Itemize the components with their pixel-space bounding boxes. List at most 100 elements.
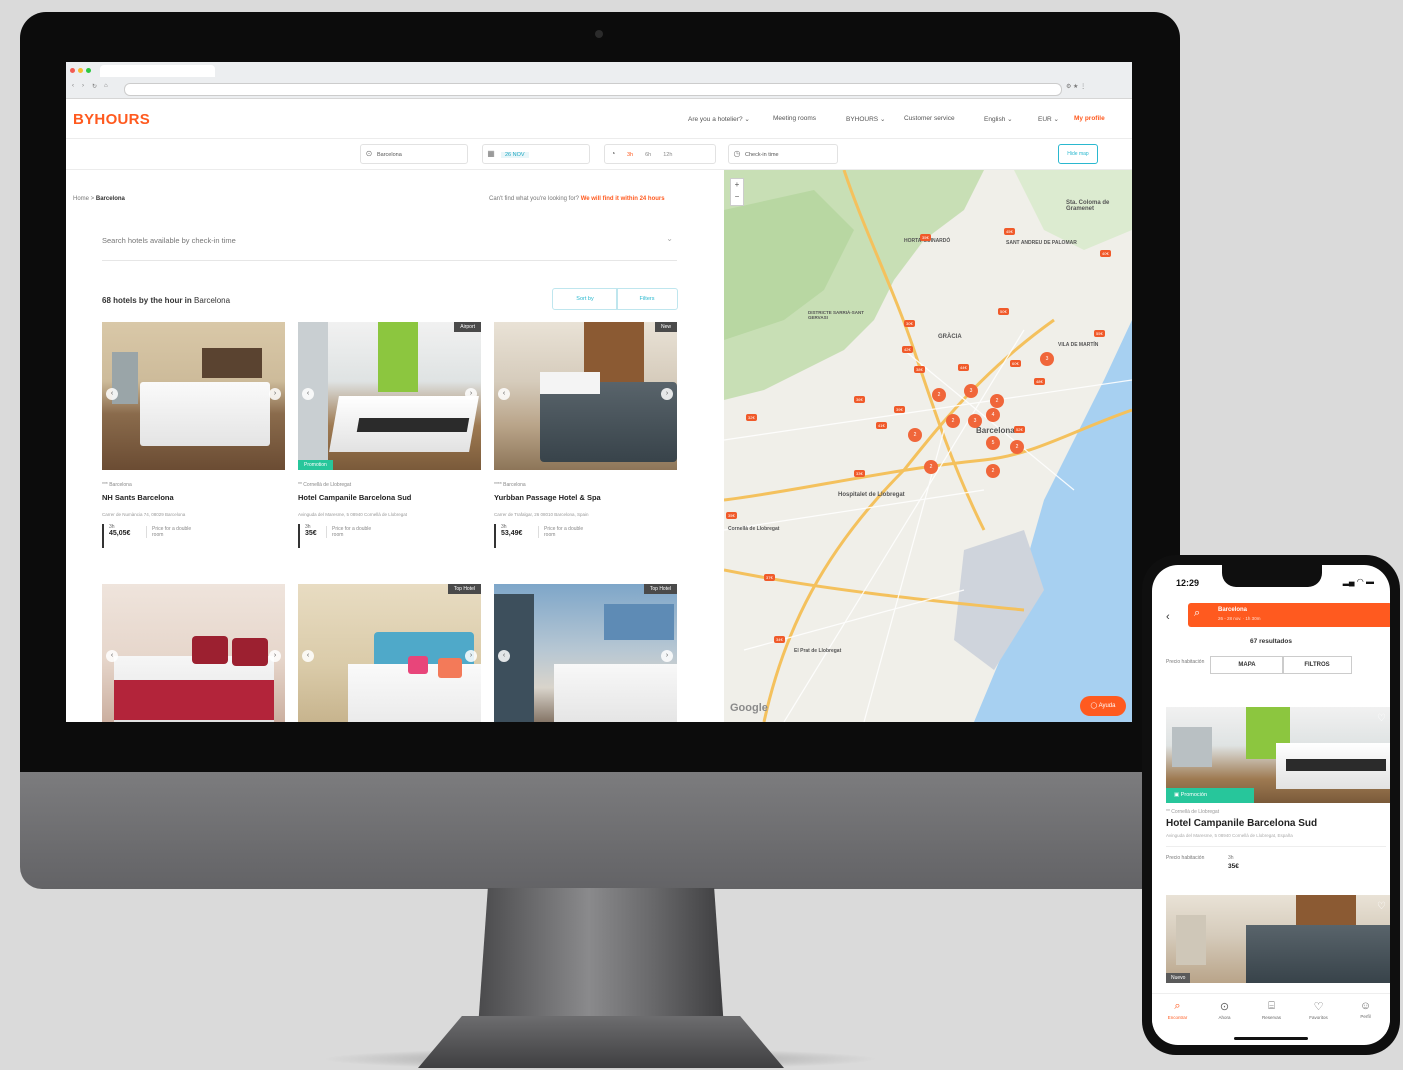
hotel-photo[interactable]: ‹ › (102, 584, 285, 722)
hotel-cluster-marker[interactable]: 3 (1040, 352, 1054, 366)
address-bar[interactable] (124, 83, 1062, 96)
hotel-price-marker[interactable]: 35€ (920, 234, 931, 241)
prev-photo-icon[interactable]: ‹ (106, 650, 118, 662)
hotelier-link[interactable]: Are you a hotelier? ⌄ (688, 115, 750, 123)
breadcrumb-home[interactable]: Home > (73, 196, 94, 202)
hotel-price-marker[interactable]: 35€ (726, 512, 737, 519)
forward-icon[interactable]: › (82, 83, 84, 89)
hotel-cluster-marker[interactable]: 4 (986, 408, 1000, 422)
hotel-cluster-marker[interactable]: 2 (946, 414, 960, 428)
hotel-photo[interactable]: Top Hotel ‹ › (494, 584, 677, 722)
hotel-price-marker[interactable]: 37€ (764, 574, 775, 581)
home-icon[interactable]: ⌂ (104, 83, 108, 89)
tab-perfil[interactable]: ☺ Perfil (1342, 1000, 1389, 1019)
next-photo-icon[interactable]: › (465, 650, 477, 662)
prev-photo-icon[interactable]: ‹ (302, 388, 314, 400)
hotel-cluster-marker[interactable]: 2 (986, 464, 1000, 478)
hotel-price-marker[interactable]: 34€ (774, 636, 785, 643)
hotel-photo[interactable]: ♡ ▣ Promoción (1166, 707, 1390, 803)
hotel-card[interactable]: Airport Promotion ‹ › ** Cornellà de Llo… (298, 322, 481, 562)
prev-photo-icon[interactable]: ‹ (106, 388, 118, 400)
reload-icon[interactable]: ↻ (92, 83, 97, 90)
browser-tab[interactable] (100, 65, 215, 77)
hotel-photo[interactable]: Top Hotel ‹ › (298, 584, 481, 722)
hotel-cluster-marker[interactable]: 3 (968, 414, 982, 428)
hotel-price-marker[interactable]: 32€ (746, 414, 757, 421)
hotel-price-marker[interactable]: 60€ (1010, 360, 1021, 367)
customer-service-link[interactable]: Customer service (904, 115, 955, 122)
hotel-cluster-marker[interactable]: 2 (908, 428, 922, 442)
hotel-photo[interactable]: ‹ › (102, 322, 285, 470)
hotel-price-marker[interactable]: 38€ (914, 366, 925, 373)
hours-3h[interactable]: 3h (621, 146, 639, 164)
hotel-cluster-marker[interactable]: 2 (990, 394, 1004, 408)
close-window-icon[interactable] (70, 68, 75, 73)
heart-icon[interactable]: ♡ (1377, 901, 1386, 912)
map-button[interactable]: MAPA (1210, 656, 1284, 674)
hotel-card[interactable]: ‹ › *** Barcelona NH Sants Barcelona Car… (102, 322, 285, 562)
hotel-price-marker[interactable]: 48€ (1034, 378, 1045, 385)
hotel-price-marker[interactable]: 52€ (1014, 426, 1025, 433)
next-photo-icon[interactable]: › (465, 388, 477, 400)
hotel-price-marker[interactable]: 44€ (958, 364, 969, 371)
hotels-map[interactable]: + − Sta. Coloma de Gramenet SANT ANDREU D… (724, 170, 1132, 722)
tab-favoritos[interactable]: ♡ Favoritos (1295, 1000, 1342, 1020)
maximize-window-icon[interactable] (86, 68, 91, 73)
filters-button[interactable]: FILTROS (1282, 656, 1352, 674)
prev-photo-icon[interactable]: ‹ (498, 650, 510, 662)
hotel-price-marker[interactable]: 30€ (904, 320, 915, 327)
hotel-photo[interactable]: ♡ Nuevo (1166, 895, 1390, 983)
checkin-time-search[interactable]: Search hotels available by check-in time… (102, 220, 677, 261)
hide-map-button[interactable]: Hide map (1058, 144, 1098, 164)
hotel-price-marker[interactable]: 50€ (998, 308, 1009, 315)
extensions-icon[interactable]: ⚙ ★ ⋮ (1066, 83, 1086, 90)
sort-button[interactable]: Sort by (552, 288, 618, 310)
hotel-name[interactable]: Hotel Campanile Barcelona Sud (1166, 818, 1317, 829)
language-select[interactable]: English ⌄ (984, 115, 1013, 123)
minimize-window-icon[interactable] (78, 68, 83, 73)
hotel-price-marker[interactable]: 40€ (1100, 250, 1111, 257)
next-photo-icon[interactable]: › (661, 388, 673, 400)
hotel-name[interactable]: Yurbban Passage Hotel & Spa (494, 493, 601, 502)
byhours-menu[interactable]: BYHOURS ⌄ (846, 115, 885, 123)
hotel-name[interactable]: NH Sants Barcelona (102, 493, 174, 502)
next-photo-icon[interactable]: › (661, 650, 673, 662)
hotel-price-marker[interactable]: 36€ (854, 396, 865, 403)
heart-icon[interactable]: ♡ (1377, 713, 1386, 724)
next-photo-icon[interactable]: › (269, 650, 281, 662)
help-button[interactable]: ◯ Ayuda (1080, 696, 1126, 716)
hotel-card[interactable]: New ‹ › **** Barcelona Yurbban Passage H… (494, 322, 677, 562)
filters-button[interactable]: Filters (616, 288, 678, 310)
map-zoom-control[interactable]: + − (730, 178, 744, 206)
back-arrow-icon[interactable]: ‹ (1166, 611, 1170, 623)
tab-reservas[interactable]: ⌸ Reservas (1248, 1000, 1295, 1020)
byhours-logo[interactable]: BYHOURS (73, 111, 150, 128)
meeting-rooms-link[interactable]: Meeting rooms (773, 115, 816, 122)
request-hotel-link[interactable]: We will find it within 24 hours (581, 196, 665, 202)
hotel-photo[interactable]: Airport Promotion ‹ › (298, 322, 481, 470)
hotel-price-marker[interactable]: 39€ (894, 406, 905, 413)
hotel-card[interactable]: Top Hotel ‹ › (298, 584, 481, 722)
hotel-price-marker[interactable]: 45€ (1004, 228, 1015, 235)
back-icon[interactable]: ‹ (72, 83, 74, 89)
hotel-price-marker[interactable]: 55€ (1094, 330, 1105, 337)
next-photo-icon[interactable]: › (269, 388, 281, 400)
prev-photo-icon[interactable]: ‹ (302, 650, 314, 662)
my-profile-link[interactable]: My profile (1074, 115, 1105, 122)
city-field[interactable]: ⊙ Barcelona (360, 144, 468, 164)
prev-photo-icon[interactable]: ‹ (498, 388, 510, 400)
hotel-price-marker[interactable]: 41€ (876, 422, 887, 429)
hotel-photo[interactable]: New ‹ › (494, 322, 677, 470)
hotel-cluster-marker[interactable]: 5 (986, 436, 1000, 450)
hotel-cluster-marker[interactable]: 2 (1010, 440, 1024, 454)
hotel-name[interactable]: Hotel Campanile Barcelona Sud (298, 493, 411, 502)
hours-selector[interactable]: ◔ 3h 6h 12h (604, 144, 716, 164)
tab-encontrar[interactable]: ⌕ Encontrar (1154, 1000, 1201, 1020)
hotel-card[interactable]: Top Hotel ‹ › (494, 584, 677, 722)
hours-12h[interactable]: 12h (657, 146, 678, 164)
tab-ahora[interactable]: ⊙ Ahora (1201, 1000, 1248, 1020)
hotel-card[interactable]: ‹ › (102, 584, 285, 722)
mobile-search-bar[interactable]: ⌕ Barcelona 26 - 28 nov. · 1h 30m (1188, 603, 1390, 627)
hotel-cluster-marker[interactable]: 2 (924, 460, 938, 474)
hotel-price-marker[interactable]: 33€ (854, 470, 865, 477)
